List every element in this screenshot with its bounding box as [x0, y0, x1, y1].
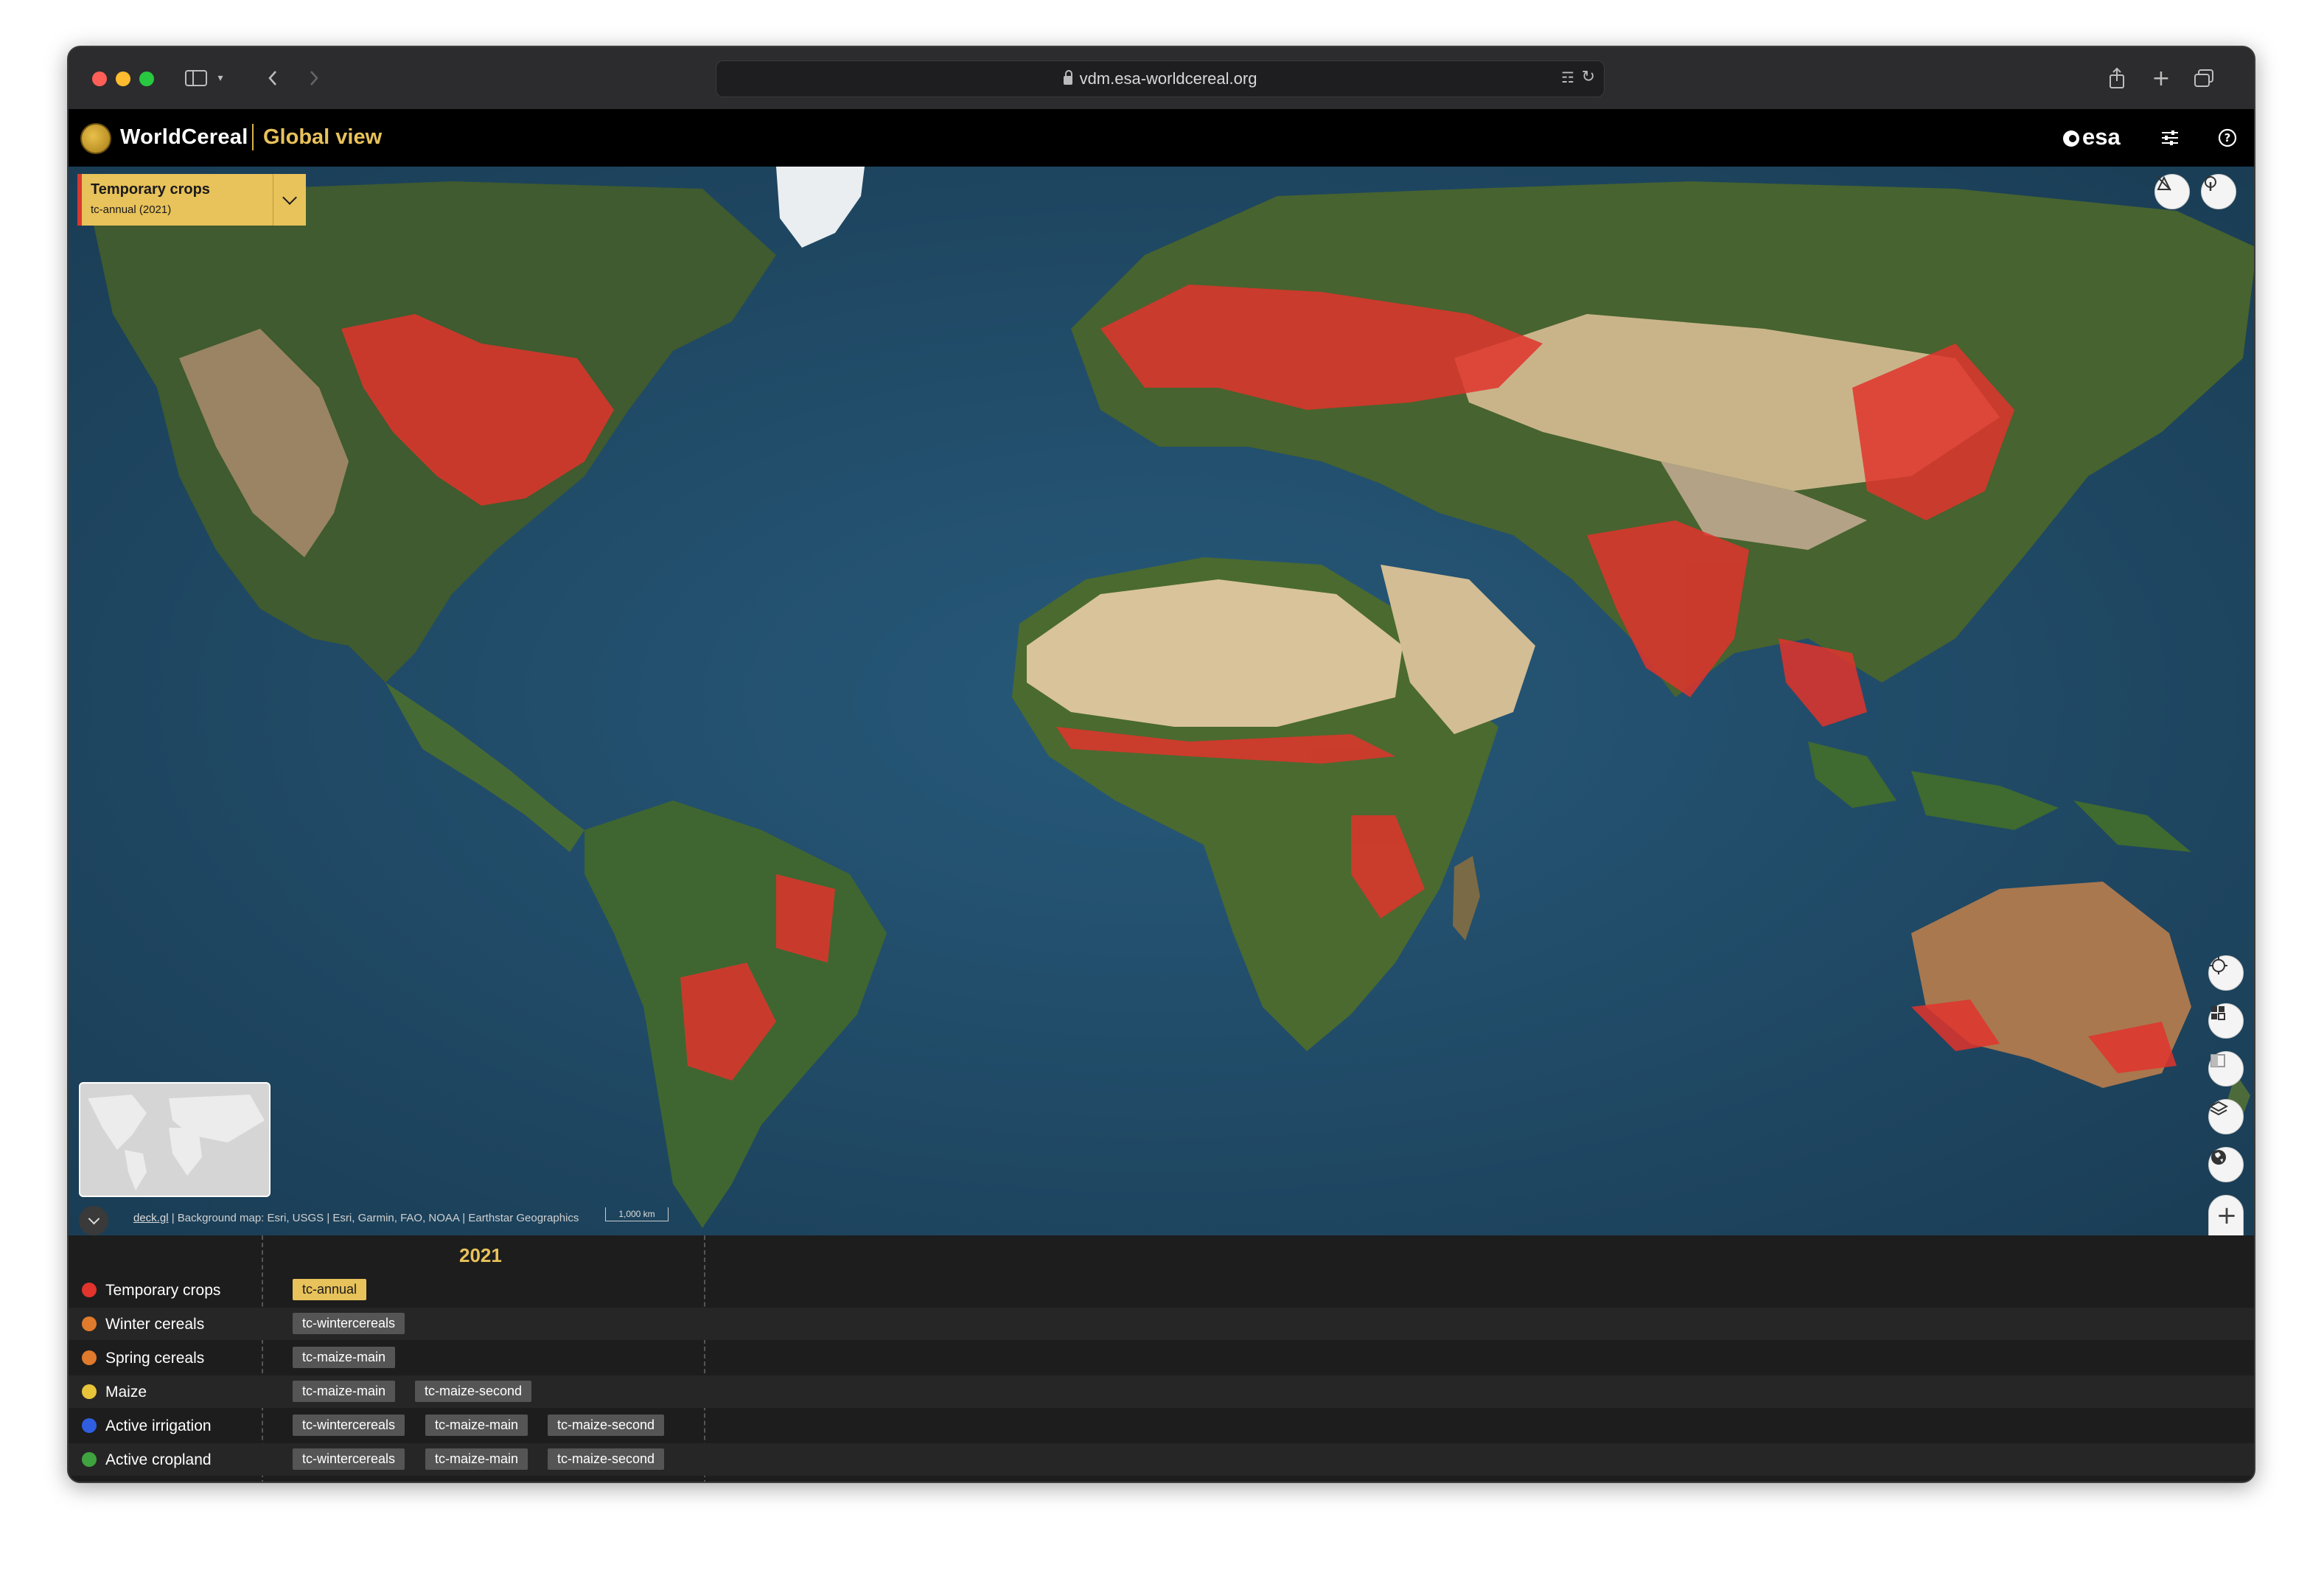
legend-color-dot	[82, 1452, 97, 1467]
legend-color-dot	[82, 1350, 97, 1365]
crop-brazil	[776, 874, 835, 963]
product-chip[interactable]: tc-maize-main	[293, 1381, 396, 1402]
sliders-icon[interactable]	[2157, 125, 2182, 150]
legend-label: Spring cereals	[105, 1350, 205, 1367]
legend-row[interactable]: Maize tc-maize-main tc-maize-second	[69, 1375, 2254, 1408]
map-attribution: deck.gl | Background map: Esri, USGS | E…	[133, 1212, 579, 1224]
chevron-down-icon	[88, 1213, 100, 1224]
address-bar[interactable]: vdm.esa-worldcereal.org ☶ ↻	[716, 60, 1605, 97]
globe-icon[interactable]	[2208, 1147, 2244, 1182]
forward-icon[interactable]	[303, 63, 325, 93]
scale-bar: 1,000 km	[605, 1207, 669, 1221]
esa-logo: esa	[2063, 124, 2121, 150]
tab-overview-icon[interactable]	[2191, 63, 2216, 93]
timeline-year: 2021	[459, 1244, 502, 1266]
new-tab-icon[interactable]: +	[2149, 63, 2174, 93]
attribution-text: | Background map: Esri, USGS | Esri, Gar…	[168, 1212, 579, 1224]
product-chip[interactable]: tc-maize-second	[548, 1415, 665, 1436]
browser-window: ▾ vdm.esa-worldcereal.org ☶ ↻ + WorldCer…	[67, 46, 2255, 1483]
hide-labels-icon[interactable]	[2154, 174, 2190, 209]
legend-row[interactable]: Active irrigation tc-wintercereals tc-ma…	[69, 1409, 2254, 1442]
zoom-window-button[interactable]	[139, 72, 154, 86]
product-chip[interactable]: tc-wintercereals	[293, 1448, 405, 1470]
zoom-in-button[interactable]: +	[2209, 1196, 2244, 1235]
zoom-control: + –	[2208, 1195, 2244, 1235]
legend-row[interactable]: Winter cereals tc-wintercereals	[69, 1308, 2254, 1340]
legend-label: Active irrigation	[105, 1417, 212, 1434]
locate-icon[interactable]	[2208, 955, 2244, 991]
sidebar-toggle-icon[interactable]	[184, 63, 209, 93]
url-text: vdm.esa-worldcereal.org	[1079, 69, 1257, 88]
app-header: WorldCereal Global view esa ?	[69, 109, 2254, 167]
product-chip[interactable]: tc-maize-main	[293, 1347, 396, 1368]
world-map[interactable]: Temporary crops tc-annual (2021) + deck.…	[69, 167, 2254, 1235]
reload-icon[interactable]: ↻	[1582, 68, 1595, 86]
product-chip[interactable]: tc-maize-second	[548, 1448, 665, 1470]
layer-title: Temporary crops	[91, 181, 210, 198]
product-chip[interactable]: tc-maize-main	[425, 1448, 528, 1470]
grid-icon[interactable]	[2208, 1003, 2244, 1039]
overview-minimap[interactable]	[79, 1082, 271, 1197]
chevron-down-icon[interactable]: ▾	[213, 63, 228, 93]
collapse-timeline-button[interactable]	[79, 1206, 108, 1235]
legend-label: Temporary crops	[105, 1282, 221, 1299]
worldcereal-logo	[80, 123, 111, 154]
product-chip[interactable]: tc-annual	[293, 1279, 367, 1300]
compare-icon[interactable]	[2208, 1051, 2244, 1087]
legend-row[interactable]: Active cropland tc-wintercereals tc-maiz…	[69, 1443, 2254, 1476]
help-icon[interactable]: ?	[2215, 125, 2240, 150]
minimize-window-button[interactable]	[116, 72, 130, 86]
share-icon[interactable]	[2104, 63, 2129, 93]
timeline-panel: 2021 Temporary crops tc-annual Winter ce…	[69, 1235, 2254, 1482]
map-canvas[interactable]	[69, 167, 2254, 1235]
brand-divider	[252, 124, 254, 150]
product-chip[interactable]: tc-wintercereals	[293, 1415, 405, 1436]
legend-label: Winter cereals	[105, 1316, 205, 1333]
esa-logo-text: esa	[2082, 124, 2121, 150]
lock-icon	[1063, 70, 1072, 85]
legend-color-dot	[82, 1384, 97, 1399]
layer-dropdown-button[interactable]	[273, 174, 306, 226]
touch-icon[interactable]	[2201, 174, 2236, 209]
legend-label: Active cropland	[105, 1451, 212, 1468]
legend-label: Maize	[105, 1384, 147, 1401]
layer-selector[interactable]: Temporary crops tc-annual (2021)	[77, 174, 306, 226]
close-window-button[interactable]	[92, 72, 107, 86]
brand-name: WorldCereal	[120, 125, 248, 149]
legend-color-dot	[82, 1283, 97, 1297]
deckgl-link[interactable]: deck.gl	[133, 1212, 169, 1224]
product-chip[interactable]: tc-wintercereals	[293, 1313, 405, 1334]
page-title: Global view	[263, 125, 383, 149]
product-chip[interactable]: tc-maize-main	[425, 1415, 528, 1436]
legend-row[interactable]: Temporary crops tc-annual	[69, 1274, 2254, 1306]
layer-subtitle: tc-annual (2021)	[91, 203, 172, 216]
svg-text:?: ?	[2224, 131, 2231, 144]
legend-color-dot	[82, 1316, 97, 1331]
chevron-down-icon	[282, 190, 297, 205]
back-icon[interactable]	[262, 63, 284, 93]
layers-icon[interactable]	[2208, 1099, 2244, 1134]
legend-color-dot	[82, 1418, 97, 1433]
translate-icon[interactable]: ☶	[1561, 69, 1574, 86]
product-chip[interactable]: tc-maize-second	[415, 1381, 532, 1402]
browser-titlebar: ▾ vdm.esa-worldcereal.org ☶ ↻ +	[69, 47, 2254, 109]
legend-row[interactable]: Spring cereals tc-maize-main	[69, 1342, 2254, 1374]
